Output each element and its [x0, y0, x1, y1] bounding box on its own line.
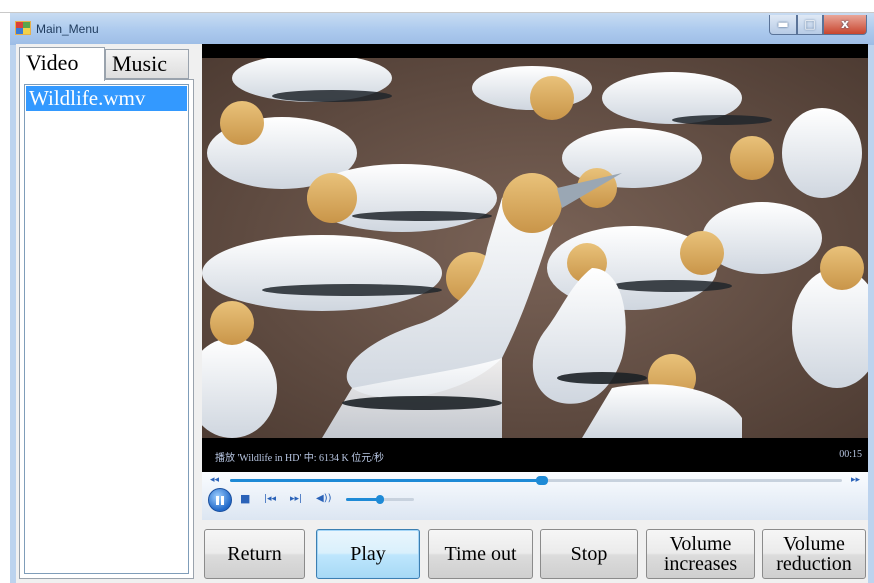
volume-slider[interactable] — [346, 495, 414, 504]
rewind-icon[interactable]: ◂◂ — [210, 475, 219, 485]
top-border — [0, 0, 874, 13]
pause-icon[interactable] — [208, 488, 232, 512]
now-playing-text: 播放 'Wildlife in HD' 中: 6134 K 位元/秒 — [215, 453, 385, 464]
previous-icon[interactable]: |◂◂ — [264, 492, 276, 506]
status-bar: 播放 'Wildlife in HD' 中: 6134 K 位元/秒 00:15 — [202, 438, 868, 472]
minimize-icon: ▬ — [777, 17, 789, 31]
volume-icon[interactable]: ◀)) — [316, 492, 332, 506]
seek-progress — [230, 479, 543, 482]
client-area: Video Music Wildlife.wmv 播放 'Wildlife in… — [16, 44, 868, 583]
close-button[interactable]: x — [823, 15, 867, 35]
media-player[interactable]: 播放 'Wildlife in HD' 中: 6134 K 位元/秒 00:15… — [202, 44, 868, 520]
list-item[interactable]: Wildlife.wmv — [26, 86, 187, 111]
maximize-icon: □ — [804, 17, 816, 31]
volume-increases-button[interactable]: Volume increases — [646, 529, 755, 579]
time-out-button[interactable]: Time out — [428, 529, 533, 579]
minimize-button[interactable]: ▬ — [769, 15, 797, 35]
maximize-button[interactable]: □ — [797, 15, 823, 35]
fast-forward-icon[interactable]: ▸▸ — [851, 475, 860, 485]
elapsed-time: 00:15 — [839, 449, 862, 460]
return-button[interactable]: Return — [204, 529, 305, 579]
app-icon — [15, 21, 31, 35]
volume-level — [346, 498, 380, 501]
transport-controls: ◂◂ ▸▸ ■ |◂◂ ▸▸| ◀)) — [202, 472, 868, 520]
title-bar[interactable]: Main_Menu ▬ □ x — [10, 13, 874, 45]
volume-thumb[interactable] — [376, 495, 384, 504]
next-icon[interactable]: ▸▸| — [290, 492, 302, 506]
tab-video[interactable]: Video — [19, 47, 105, 81]
seek-thumb[interactable] — [536, 476, 549, 485]
video-frame-image — [202, 58, 868, 438]
volume-reduction-button[interactable]: Volume reduction — [762, 529, 866, 579]
play-button[interactable]: Play — [316, 529, 420, 579]
seek-bar[interactable] — [230, 476, 842, 485]
window-title: Main_Menu — [36, 22, 99, 36]
video-listbox[interactable]: Wildlife.wmv — [24, 84, 189, 574]
tab-music[interactable]: Music — [105, 49, 189, 79]
video-display[interactable] — [202, 58, 868, 438]
close-icon: x — [841, 17, 849, 31]
video-tab-panel: Wildlife.wmv — [19, 79, 194, 579]
stop-button[interactable]: Stop — [540, 529, 638, 579]
main-window: Main_Menu ▬ □ x Video Music Wildlife.wmv — [10, 13, 874, 583]
stop-icon[interactable]: ■ — [240, 492, 250, 506]
